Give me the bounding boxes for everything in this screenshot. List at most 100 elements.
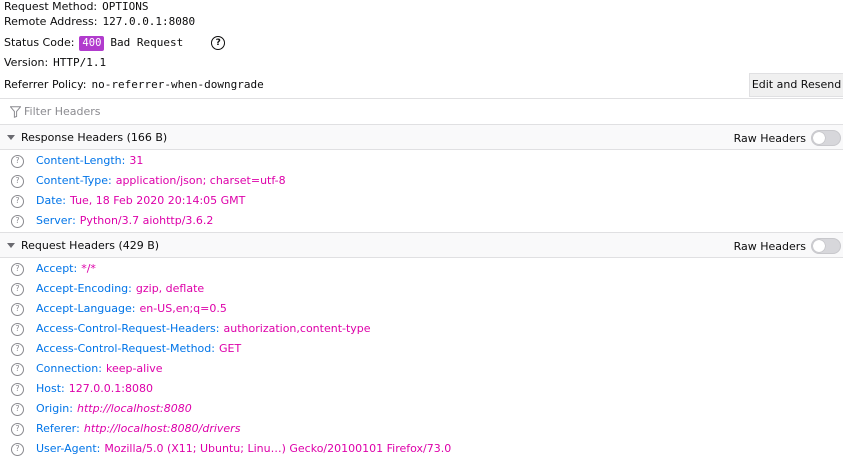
- help-icon[interactable]: ?: [11, 154, 24, 168]
- header-name: Content-Length: [36, 154, 122, 167]
- request-headers-section-header[interactable]: Request Headers (429 B) Raw Headers: [0, 232, 843, 258]
- header-colon: :: [128, 282, 132, 295]
- header-name: Access-Control-Request-Method: [36, 342, 212, 355]
- header-row[interactable]: ? Content-Length: 31: [0, 151, 143, 171]
- status-code-label: Status Code:: [4, 36, 75, 49]
- raw-headers-toggle[interactable]: [811, 130, 841, 146]
- filter-headers-input[interactable]: [24, 105, 624, 118]
- help-icon[interactable]: ?: [11, 342, 24, 356]
- remote-address-row: Remote Address: 127.0.0.1:8080: [4, 12, 195, 32]
- version-value: HTTP/1.1: [53, 56, 107, 69]
- response-headers-title: Response Headers (166 B): [21, 130, 168, 144]
- response-raw-headers-control: Raw Headers: [734, 130, 841, 146]
- header-colon: :: [62, 194, 67, 207]
- header-value: authorization,content-type: [223, 322, 371, 335]
- header-value: GET: [218, 342, 242, 355]
- header-row[interactable]: ? Host: 127.0.0.1:8080: [0, 379, 153, 399]
- collapse-arrow-icon[interactable]: [7, 242, 15, 248]
- toggle-knob: [813, 240, 825, 252]
- referrer-policy-label: Referrer Policy:: [4, 78, 87, 91]
- status-code-badge: 400: [79, 35, 105, 51]
- header-value: 31: [129, 154, 144, 167]
- header-name: Date: [36, 194, 63, 207]
- header-name: Origin: [36, 402, 70, 415]
- referrer-policy-value: no-referrer-when-downgrade: [91, 78, 264, 91]
- help-icon[interactable]: ?: [11, 194, 24, 208]
- header-name: Server: [36, 214, 73, 227]
- header-colon: :: [98, 362, 102, 375]
- header-row[interactable]: ? Server: Python/3.7 aiohttp/3.6.2: [0, 211, 213, 231]
- toggle-knob: [813, 132, 825, 144]
- header-colon: :: [69, 402, 73, 415]
- header-name: User-Agent: [36, 442, 97, 455]
- help-icon[interactable]: ?: [11, 362, 24, 376]
- header-value-link[interactable]: http://localhost:8080: [77, 399, 192, 419]
- raw-headers-label: Raw Headers: [733, 131, 806, 145]
- header-colon: :: [96, 442, 101, 455]
- header-value: Mozilla/5.0 (X11; Ubuntu; Linu…) Gecko/2…: [104, 442, 452, 455]
- help-icon[interactable]: ?: [11, 282, 24, 296]
- header-colon: :: [72, 214, 76, 227]
- header-row[interactable]: ? Referer: http://localhost:8080/drivers: [0, 419, 240, 439]
- header-colon: :: [211, 342, 215, 355]
- version-label: Version:: [4, 56, 49, 69]
- header-row[interactable]: ? Accept-Language: en-US,en;q=0.5: [0, 299, 227, 319]
- help-icon[interactable]: ?: [11, 262, 24, 276]
- header-name: Connection: [36, 362, 99, 375]
- header-name: Accept-Encoding: [36, 282, 129, 295]
- header-colon: :: [131, 302, 136, 315]
- header-row[interactable]: ? User-Agent: Mozilla/5.0 (X11; Ubuntu; …: [0, 439, 451, 459]
- help-icon[interactable]: ?: [11, 174, 24, 188]
- header-row[interactable]: ? Content-Type: application/json; charse…: [0, 171, 286, 191]
- remote-address-label: Remote Address:: [4, 15, 98, 28]
- header-value: gzip, deflate: [135, 282, 205, 295]
- raw-headers-label: Raw Headers: [733, 239, 806, 253]
- header-name: Referer: [36, 422, 77, 435]
- help-icon[interactable]: ?: [11, 442, 24, 456]
- help-icon[interactable]: ?: [11, 422, 24, 436]
- help-icon[interactable]: ?: [11, 382, 24, 396]
- request-headers-title: Request Headers (429 B): [21, 238, 160, 252]
- header-value: Tue, 18 Feb 2020 20:14:05 GMT: [70, 194, 246, 207]
- header-colon: :: [61, 382, 65, 395]
- header-colon: :: [121, 154, 126, 167]
- header-colon: :: [215, 322, 220, 335]
- filter-icon: [10, 105, 21, 118]
- header-row[interactable]: ? Connection: keep-alive: [0, 359, 163, 379]
- response-headers-section-header[interactable]: Response Headers (166 B) Raw Headers: [0, 124, 843, 150]
- header-name: Accept-Language: [36, 302, 132, 315]
- header-name: Accept: [36, 262, 74, 275]
- status-help-icon[interactable]: ?: [211, 36, 226, 50]
- help-icon[interactable]: ?: [11, 322, 24, 336]
- remote-address-value: 127.0.0.1:8080: [102, 15, 196, 28]
- help-icon[interactable]: ?: [11, 214, 24, 228]
- header-row[interactable]: ? Accept: */*: [0, 259, 96, 279]
- header-name: Content-Type: [36, 174, 108, 187]
- referrer-policy-row: Referrer Policy: no-referrer-when-downgr…: [4, 75, 264, 95]
- header-colon: :: [107, 174, 112, 187]
- header-colon: :: [73, 262, 78, 275]
- help-icon[interactable]: ?: [11, 302, 24, 316]
- header-row[interactable]: ? Accept-Encoding: gzip, deflate: [0, 279, 204, 299]
- collapse-arrow-icon[interactable]: [7, 134, 15, 140]
- header-value: en-US,en;q=0.5: [139, 302, 227, 315]
- edit-and-resend-button[interactable]: Edit and Resend: [749, 73, 843, 97]
- status-code-row: Status Code: 400 Bad Request ?: [4, 33, 226, 53]
- version-row: Version: HTTP/1.1: [4, 53, 106, 73]
- header-row[interactable]: ? Date: Tue, 18 Feb 2020 20:14:05 GMT: [0, 191, 245, 211]
- header-value: Python/3.7 aiohttp/3.6.2: [79, 214, 214, 227]
- request-raw-headers-control: Raw Headers: [734, 238, 841, 254]
- filter-headers-bar: [0, 98, 843, 125]
- header-value: application/json; charset=utf-8: [115, 174, 286, 187]
- header-row[interactable]: ? Access-Control-Request-Method: GET: [0, 339, 241, 359]
- header-name: Host: [36, 382, 62, 395]
- header-row[interactable]: ? Access-Control-Request-Headers: author…: [0, 319, 371, 339]
- header-colon: :: [76, 422, 80, 435]
- raw-headers-toggle[interactable]: [811, 238, 841, 254]
- status-text: Bad Request: [110, 36, 184, 49]
- help-icon[interactable]: ?: [11, 402, 24, 416]
- header-value: 127.0.0.1:8080: [68, 382, 153, 395]
- header-value-link[interactable]: http://localhost:8080/drivers: [84, 419, 241, 439]
- header-row[interactable]: ? Origin: http://localhost:8080: [0, 399, 192, 419]
- header-name: Access-Control-Request-Headers: [36, 322, 216, 335]
